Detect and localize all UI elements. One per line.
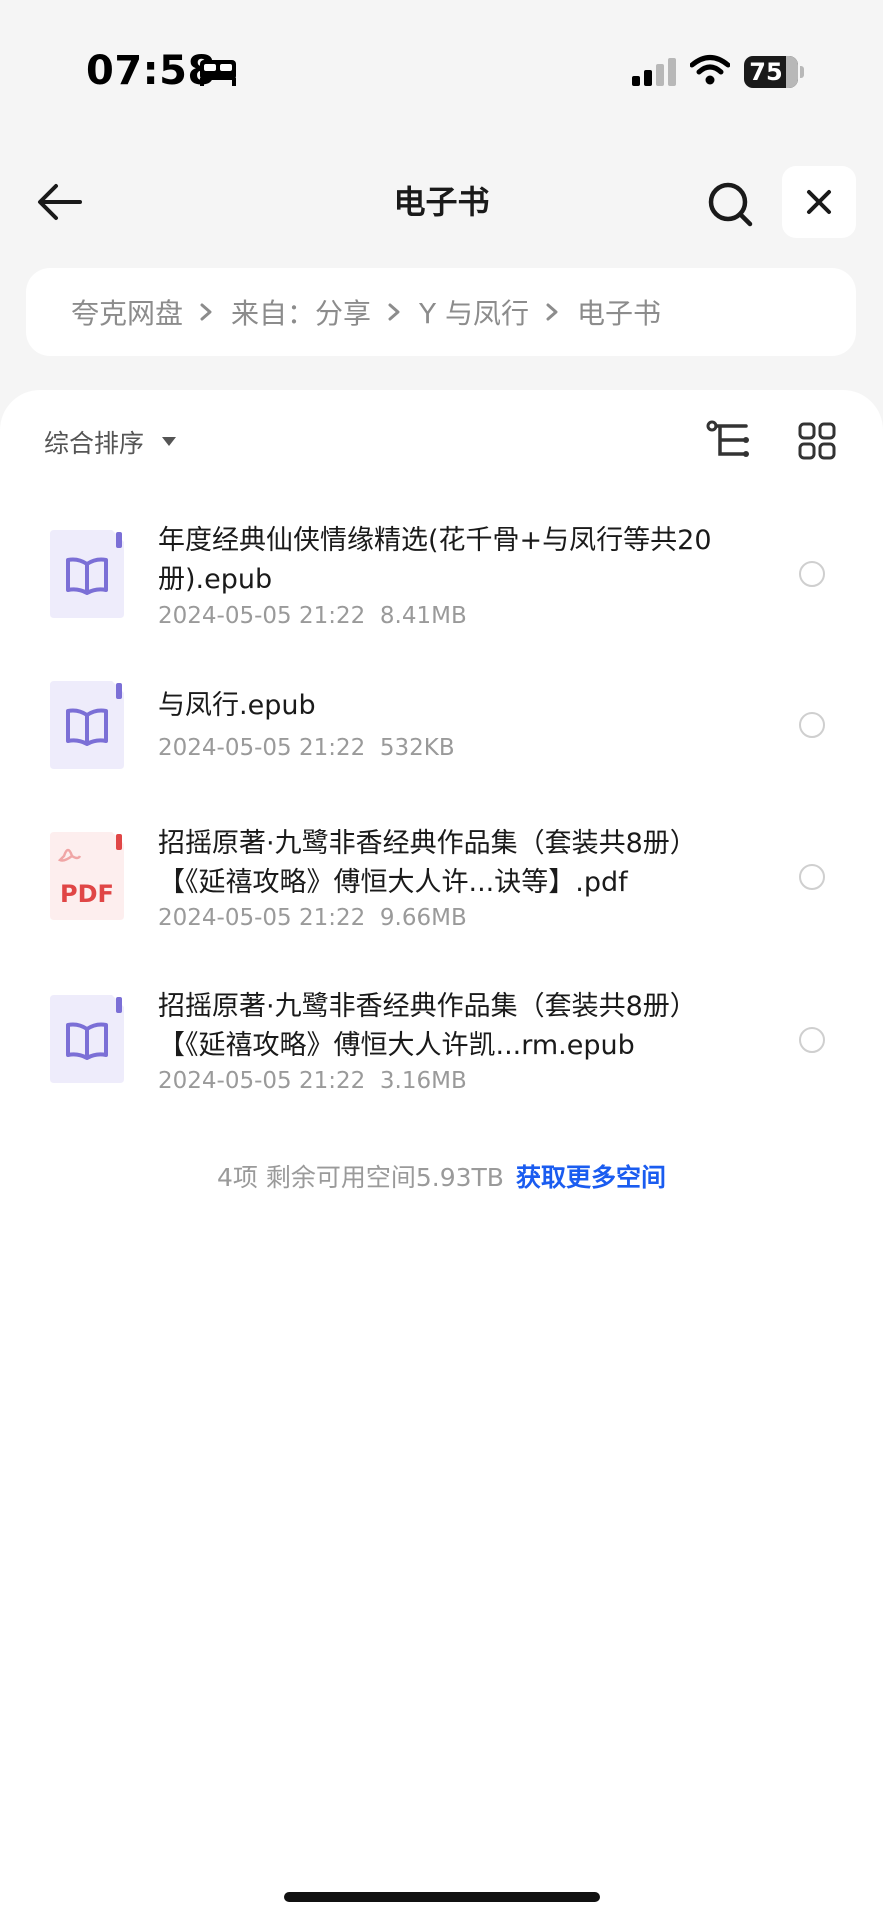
file-size: 8.41MB <box>379 603 467 629</box>
breadcrumb-item-current: 电子书 <box>577 297 662 330</box>
file-name: 招摇原著·九鹭非香经典作品集（套装共8册）【《延禧攻略》傅恒大人许...诀等】.… <box>158 828 697 898</box>
file-meta: 2024-05-05 21:22 532KB <box>158 735 455 761</box>
search-icon[interactable] <box>706 180 754 228</box>
close-button[interactable] <box>782 166 856 238</box>
file-name: 与凤行.epub <box>158 690 316 721</box>
file-meta: 2024-05-05 21:22 9.66MB <box>158 905 467 931</box>
file-size: 3.16MB <box>379 1068 467 1094</box>
breadcrumb-item-folder[interactable]: Y 与凤行 <box>419 292 529 332</box>
select-checkbox[interactable] <box>799 1027 825 1053</box>
file-size: 9.66MB <box>379 905 467 931</box>
select-checkbox[interactable] <box>799 864 825 890</box>
directory-tree-icon[interactable] <box>706 420 750 460</box>
file-name: 年度经典仙侠情缘精选(花千骨+与凤行等共20册).epub <box>158 525 712 595</box>
file-date: 2024-05-05 21:22 <box>158 905 366 931</box>
breadcrumb: 夸克网盘 来自：分享 Y 与凤行 电子书 <box>26 268 856 356</box>
file-date: 2024-05-05 21:22 <box>158 1068 366 1094</box>
file-name: 招摇原著·九鹭非香经典作品集（套装共8册）【《延禧攻略》傅恒大人许凯...rm.… <box>158 991 697 1061</box>
file-meta: 2024-05-05 21:22 3.16MB <box>158 1068 467 1094</box>
select-checkbox[interactable] <box>799 712 825 738</box>
pdf-file-icon: PDF <box>50 832 124 920</box>
caret-down-icon <box>162 437 177 446</box>
storage-summary: 4项 剩余可用空间5.93TB <box>217 1163 504 1192</box>
file-date: 2024-05-05 21:22 <box>158 603 366 629</box>
svg-text:PDF: PDF <box>60 880 114 908</box>
bed-icon <box>200 60 236 86</box>
chevron-right-icon <box>546 303 558 321</box>
breadcrumb-item-share[interactable]: 来自：分享 <box>231 292 371 332</box>
breadcrumb-item-root[interactable]: 夸克网盘 <box>71 292 183 332</box>
home-indicator[interactable] <box>284 1892 600 1902</box>
close-icon <box>807 190 831 214</box>
get-more-space-link[interactable]: 获取更多空间 <box>516 1163 666 1192</box>
cellular-signal-icon <box>632 58 676 86</box>
status-bar: 07:58 75 <box>0 0 883 140</box>
epub-file-icon <box>50 681 124 769</box>
battery-indicator: 75 <box>744 56 798 88</box>
epub-file-icon <box>50 530 124 618</box>
file-date: 2024-05-05 21:22 <box>158 735 366 761</box>
epub-file-icon <box>50 995 124 1083</box>
chevron-right-icon <box>388 303 400 321</box>
storage-footer: 4项 剩余可用空间5.93TB 获取更多空间 <box>0 1158 883 1194</box>
status-time: 07:58 <box>86 48 216 94</box>
grid-view-icon[interactable] <box>798 422 836 460</box>
file-meta: 2024-05-05 21:22 8.41MB <box>158 603 467 629</box>
wifi-icon <box>690 55 730 85</box>
sort-dropdown[interactable]: 综合排序 <box>44 424 177 460</box>
file-size: 532KB <box>379 735 455 761</box>
battery-level: 75 <box>749 58 783 86</box>
chevron-right-icon <box>200 303 212 321</box>
battery-tip <box>800 66 804 78</box>
select-checkbox[interactable] <box>799 561 825 587</box>
sort-label: 综合排序 <box>44 429 145 458</box>
